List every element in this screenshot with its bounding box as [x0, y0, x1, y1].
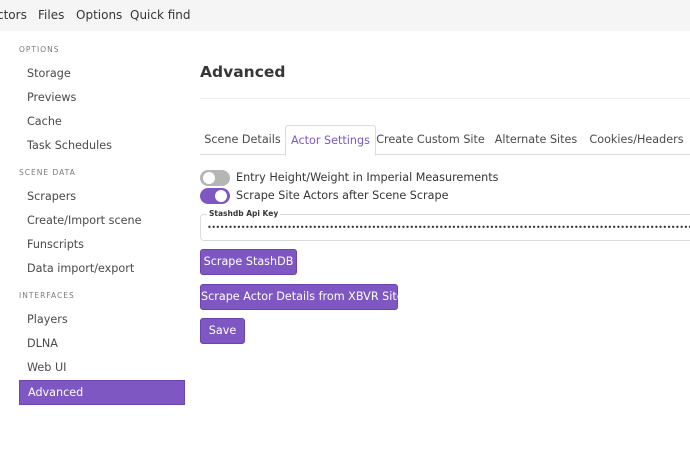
settings-tabs: Scene Details Actor Settings Create Cust…	[200, 125, 690, 156]
tab-cookies-headers[interactable]: Cookies/Headers	[589, 125, 684, 155]
stashdb-api-key-label: Stashdb Api Key	[207, 209, 281, 218]
sidebar-item-funscripts[interactable]: Funscripts	[19, 233, 185, 258]
page-title: Advanced	[200, 63, 286, 81]
nav-options[interactable]: Options	[76, 8, 122, 22]
sidebar-item-create-import-scene[interactable]: Create/Import scene	[19, 209, 185, 234]
imperial-measurements-toggle[interactable]	[200, 170, 230, 186]
sidebar-item-data-import-export[interactable]: Data import/export	[19, 257, 185, 282]
stashdb-api-key-input[interactable]: ••••••••••••••••••••••••••••••••••••••••…	[207, 223, 690, 232]
toggle-knob	[203, 172, 215, 184]
sidebar-item-cache[interactable]: Cache	[19, 110, 185, 135]
section-label-scene-data: SCENE DATA	[19, 168, 76, 177]
top-navbar: ctors Files Options Quick find	[0, 0, 690, 31]
sidebar-item-players[interactable]: Players	[19, 308, 185, 333]
options-sidebar: OPTIONS Storage Previews Cache Task Sche…	[0, 31, 190, 452]
sidebar-item-storage[interactable]: Storage	[19, 62, 185, 87]
sidebar-item-previews[interactable]: Previews	[19, 86, 185, 111]
tab-scene-details[interactable]: Scene Details	[200, 125, 285, 155]
sidebar-item-dlna[interactable]: DLNA	[19, 332, 185, 357]
scrape-site-actors-toggle[interactable]	[200, 188, 230, 204]
scrape-stashdb-button[interactable]: Scrape StashDB	[200, 249, 297, 275]
stashdb-api-key-field[interactable]: Stashdb Api Key ••••••••••••••••••••••••…	[200, 209, 690, 241]
sidebar-item-web-ui[interactable]: Web UI	[19, 356, 185, 381]
section-label-options: OPTIONS	[19, 45, 60, 54]
toggle-knob	[215, 190, 227, 202]
sidebar-item-scrapers[interactable]: Scrapers	[19, 185, 185, 210]
sidebar-item-task-schedules[interactable]: Task Schedules	[19, 134, 185, 159]
nav-files[interactable]: Files	[38, 8, 64, 22]
tab-actor-settings[interactable]: Actor Settings	[285, 125, 376, 156]
imperial-measurements-label: Entry Height/Weight in Imperial Measurem…	[236, 171, 499, 184]
nav-quick-find[interactable]: Quick find	[130, 8, 191, 22]
tab-create-custom-site[interactable]: Create Custom Site	[376, 125, 485, 155]
section-label-interfaces: INTERFACES	[19, 291, 75, 300]
sidebar-item-advanced[interactable]: Advanced	[19, 380, 185, 405]
save-button[interactable]: Save	[200, 318, 245, 344]
title-divider	[200, 98, 690, 99]
nav-actors[interactable]: ctors	[0, 8, 27, 22]
scrape-site-actors-label: Scrape Site Actors after Scene Scrape	[236, 189, 449, 202]
tab-alternate-sites[interactable]: Alternate Sites	[489, 125, 583, 155]
scrape-actor-details-button[interactable]: Scrape Actor Details from XBVR Sites	[200, 284, 409, 310]
